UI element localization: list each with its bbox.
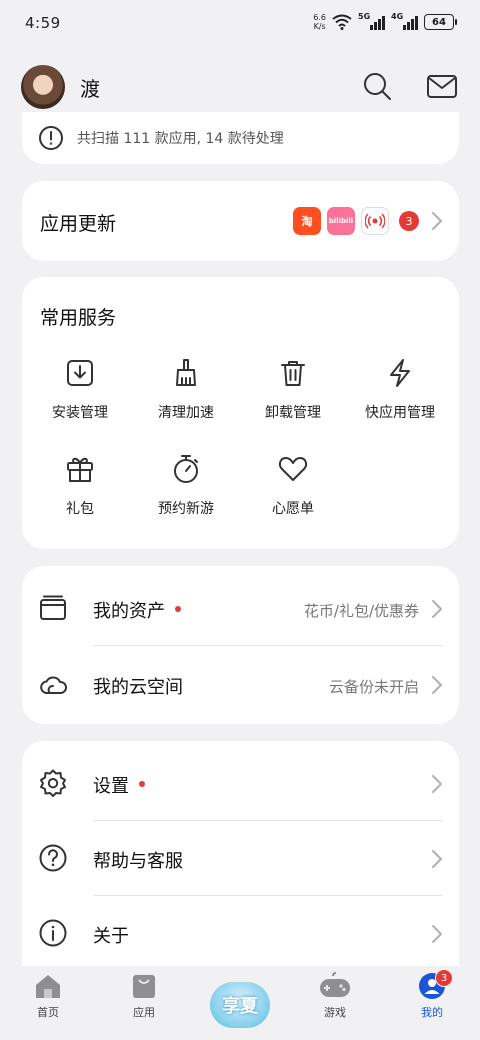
chevron-right-icon bbox=[432, 925, 442, 943]
service-wishlist[interactable]: 心愿单 bbox=[240, 453, 346, 518]
common-services-card: 常用服务 安装管理 清理加速 卸载管理 快应用管理 礼包 预约新游 心愿单 bbox=[22, 277, 459, 549]
bilibili-app-label: bilibili bbox=[328, 217, 354, 225]
center-promo-button[interactable]: 享夏 bbox=[210, 982, 270, 1028]
radio-app-icon bbox=[361, 207, 389, 235]
search-button[interactable] bbox=[360, 69, 394, 103]
settings-row[interactable]: 设置 bbox=[22, 745, 459, 821]
status-bar: 4:59 6.6 K/s 5G 4G 64 bbox=[0, 0, 480, 48]
app-updates-card[interactable]: 应用更新 淘 bilibili 3 bbox=[22, 181, 459, 261]
signal-4g-label: 4G bbox=[391, 12, 404, 21]
gear-icon bbox=[40, 769, 66, 797]
service-label: 快应用管理 bbox=[365, 405, 435, 421]
wifi-icon bbox=[332, 14, 352, 30]
radio-icon bbox=[365, 213, 385, 229]
chevron-right-icon bbox=[432, 850, 442, 868]
assets-card: 我的资产 花币/礼包/优惠券 我的云空间 云备份未开启 bbox=[22, 566, 459, 724]
service-gift-packs[interactable]: 礼包 bbox=[27, 453, 133, 518]
info-icon bbox=[39, 919, 67, 947]
help-icon bbox=[39, 844, 67, 872]
service-label: 卸载管理 bbox=[265, 405, 321, 421]
search-icon bbox=[364, 73, 391, 100]
gamepad-icon bbox=[320, 972, 350, 997]
messages-button[interactable] bbox=[425, 69, 459, 103]
broom-icon bbox=[176, 359, 196, 386]
service-cleanup[interactable]: 清理加速 bbox=[133, 357, 239, 422]
scan-summary-card[interactable]: 共扫描 111 款应用, 14 款待处理 bbox=[22, 112, 459, 164]
chevron-right-icon bbox=[432, 775, 442, 793]
row-label: 我的资产 bbox=[93, 597, 181, 623]
service-preregister-games[interactable]: 预约新游 bbox=[133, 453, 239, 518]
nav-label: 我的 bbox=[421, 1006, 443, 1019]
install-icon bbox=[67, 360, 93, 386]
app-updates-title: 应用更新 bbox=[40, 213, 117, 235]
my-assets-row[interactable]: 我的资产 花币/礼包/优惠券 bbox=[22, 570, 459, 646]
warning-icon bbox=[39, 126, 63, 150]
row-value: 花币/礼包/优惠券 bbox=[303, 602, 419, 620]
service-label: 预约新游 bbox=[158, 501, 214, 517]
battery-icon: 64 bbox=[424, 14, 457, 30]
settings-card: 设置 帮助与客服 关于 bbox=[22, 741, 459, 971]
service-label: 心愿单 bbox=[272, 501, 314, 517]
promo-label: 享夏 bbox=[222, 996, 258, 1017]
service-quick-apps[interactable]: 快应用管理 bbox=[347, 357, 453, 422]
profile-header: 渡 bbox=[0, 62, 480, 112]
row-value: 云备份未开启 bbox=[328, 678, 419, 696]
service-label: 安装管理 bbox=[52, 405, 108, 421]
timer-icon bbox=[174, 455, 198, 483]
wallet-icon bbox=[40, 595, 66, 620]
status-time: 4:59 bbox=[25, 14, 61, 32]
nav-games[interactable]: 游戏 bbox=[300, 972, 370, 1020]
cloud-icon bbox=[40, 676, 67, 694]
avatar[interactable] bbox=[21, 65, 65, 109]
my-assets-label: 我的资产 bbox=[93, 601, 165, 622]
net-speed-value: 6.6 bbox=[313, 13, 326, 22]
username[interactable]: 渡 bbox=[80, 73, 100, 102]
my-cloud-row[interactable]: 我的云空间 云备份未开启 bbox=[22, 646, 459, 722]
shopping-bag-icon bbox=[133, 975, 155, 998]
trash-icon bbox=[281, 361, 305, 386]
battery-level: 64 bbox=[432, 16, 446, 28]
home-icon bbox=[36, 975, 60, 998]
chevron-right-icon bbox=[432, 600, 442, 618]
nav-home[interactable]: 首页 bbox=[13, 972, 83, 1020]
status-icons: 6.6 K/s 5G 4G 64 bbox=[313, 12, 457, 31]
chevron-right-icon bbox=[432, 676, 442, 694]
bilibili-app-icon: bilibili bbox=[327, 207, 355, 235]
signal-5g-icon: 5G bbox=[358, 12, 385, 30]
row-label: 帮助与客服 bbox=[93, 851, 183, 872]
service-uninstall[interactable]: 卸载管理 bbox=[240, 357, 346, 422]
nav-label: 应用 bbox=[133, 1006, 155, 1019]
net-speed: 6.6 K/s bbox=[313, 13, 326, 31]
taobao-app-icon: 淘 bbox=[293, 207, 321, 235]
row-label: 我的云空间 bbox=[93, 677, 183, 698]
update-count-badge: 3 bbox=[399, 211, 419, 231]
scan-summary-text: 共扫描 111 款应用, 14 款待处理 bbox=[77, 131, 284, 147]
nav-profile[interactable]: 3 我的 bbox=[397, 969, 467, 1020]
service-label: 清理加速 bbox=[158, 405, 214, 421]
settings-label: 设置 bbox=[93, 776, 129, 797]
profile-notification-badge: 3 bbox=[435, 969, 453, 987]
new-indicator-dot bbox=[175, 606, 181, 612]
service-label: 礼包 bbox=[66, 501, 94, 517]
help-support-row[interactable]: 帮助与客服 bbox=[22, 820, 459, 896]
mail-icon bbox=[427, 75, 457, 98]
new-indicator-dot bbox=[139, 781, 145, 787]
signal-5g-label: 5G bbox=[358, 12, 371, 21]
common-services-title: 常用服务 bbox=[40, 307, 117, 329]
signal-4g-icon: 4G bbox=[391, 12, 418, 30]
row-label: 设置 bbox=[93, 772, 145, 798]
gift-icon bbox=[67, 457, 93, 482]
chevron-right-icon bbox=[432, 212, 442, 230]
taobao-app-label: 淘 bbox=[301, 215, 313, 228]
nav-label: 游戏 bbox=[324, 1006, 346, 1019]
update-app-icons: 淘 bilibili 3 bbox=[293, 207, 419, 235]
nav-label: 首页 bbox=[37, 1006, 59, 1019]
service-install-management[interactable]: 安装管理 bbox=[27, 357, 133, 422]
net-speed-unit: K/s bbox=[313, 22, 326, 31]
about-row[interactable]: 关于 bbox=[22, 895, 459, 971]
row-label: 关于 bbox=[93, 926, 129, 947]
heart-icon bbox=[278, 457, 308, 481]
bolt-icon bbox=[390, 359, 410, 387]
nav-apps[interactable]: 应用 bbox=[109, 972, 179, 1020]
